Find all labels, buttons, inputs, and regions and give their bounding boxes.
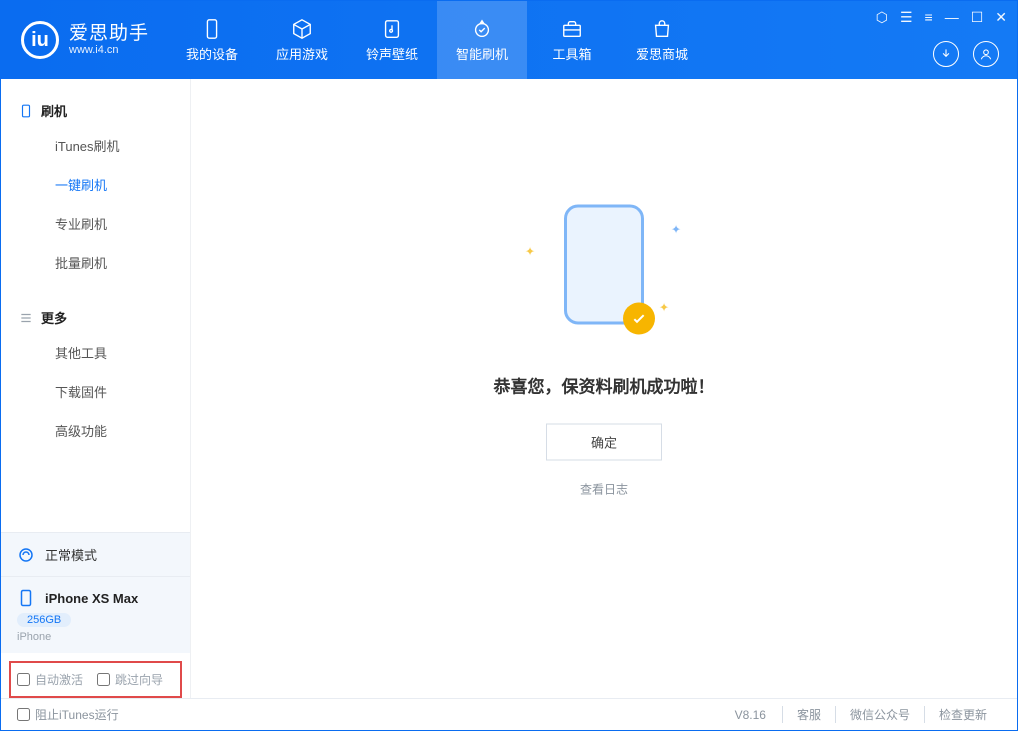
main-content: ✦ ✦ ✦ 恭喜您，保资料刷机成功啦！ 确定 查看日志 <box>191 79 1017 698</box>
version-label: V8.16 <box>735 708 766 722</box>
list-icon[interactable]: ≡ <box>925 9 933 26</box>
user-button[interactable] <box>973 41 999 67</box>
device-type: iPhone <box>17 631 174 643</box>
list-icon <box>19 311 33 325</box>
nav-label: 应用游戏 <box>276 44 328 63</box>
group-title: 刷机 <box>41 101 67 120</box>
nav-label: 铃声壁纸 <box>366 44 418 63</box>
app-header: iu 爱思助手 www.i4.cn 我的设备 应用游戏 铃声壁纸 智能刷机 工具… <box>1 1 1017 79</box>
device-name: iPhone XS Max <box>45 591 138 606</box>
shirt-icon[interactable]: ⬡ <box>876 9 888 26</box>
nav-label: 爱思商城 <box>636 44 688 63</box>
success-message: 恭喜您，保资料刷机成功啦！ <box>424 373 784 398</box>
header-actions <box>933 41 999 67</box>
footer-link-support[interactable]: 客服 <box>782 706 835 723</box>
block-itunes-checkbox[interactable]: 阻止iTunes运行 <box>17 706 119 723</box>
phone-icon <box>19 104 33 118</box>
phone-icon <box>17 589 35 607</box>
menu-icon[interactable]: ☰ <box>900 9 913 26</box>
sidebar-item-download-firmware[interactable]: 下载固件 <box>1 372 190 411</box>
refresh-icon <box>471 18 493 40</box>
nav-apps-games[interactable]: 应用游戏 <box>257 1 347 79</box>
device-mode: 正常模式 <box>45 545 97 564</box>
window-controls: ⬡ ☰ ≡ — ☐ ✕ <box>876 9 1007 26</box>
brand-url: www.i4.cn <box>69 44 149 56</box>
footer-link-wechat[interactable]: 微信公众号 <box>835 706 924 723</box>
maximize-button[interactable]: ☐ <box>971 9 984 26</box>
sidebar-group-more: 更多 <box>1 302 190 333</box>
nav-smart-flash[interactable]: 智能刷机 <box>437 1 527 79</box>
logo-area: iu 爱思助手 www.i4.cn <box>1 21 167 59</box>
view-log-link[interactable]: 查看日志 <box>424 481 784 498</box>
nav-store[interactable]: 爱思商城 <box>617 1 707 79</box>
brand-name: 爱思助手 <box>69 24 149 45</box>
device-mode-box[interactable]: 正常模式 <box>1 532 190 576</box>
store-icon <box>651 18 673 40</box>
sidebar-item-other-tools[interactable]: 其他工具 <box>1 333 190 372</box>
cube-icon <box>291 18 313 40</box>
nav-my-device[interactable]: 我的设备 <box>167 1 257 79</box>
download-button[interactable] <box>933 41 959 67</box>
group-title: 更多 <box>41 308 67 327</box>
device-info-box[interactable]: iPhone XS Max 256GB iPhone <box>1 576 190 653</box>
sidebar-item-advanced[interactable]: 高级功能 <box>1 411 190 450</box>
sidebar-item-pro-flash[interactable]: 专业刷机 <box>1 204 190 243</box>
nav-label: 工具箱 <box>553 44 592 63</box>
auto-activate-checkbox[interactable]: 自动激活 <box>17 671 83 688</box>
device-icon <box>201 18 223 40</box>
sidebar-item-batch-flash[interactable]: 批量刷机 <box>1 243 190 282</box>
footer: 阻止iTunes运行 V8.16 客服 微信公众号 检查更新 <box>1 698 1017 730</box>
music-icon <box>381 18 403 40</box>
nav-toolbox[interactable]: 工具箱 <box>527 1 617 79</box>
logo-icon: iu <box>21 21 59 59</box>
footer-link-update[interactable]: 检查更新 <box>924 706 1001 723</box>
nav-label: 智能刷机 <box>456 44 508 63</box>
sidebar-item-oneclick-flash[interactable]: 一键刷机 <box>1 165 190 204</box>
flash-options-highlight: 自动激活 跳过向导 <box>9 661 182 698</box>
sync-icon <box>17 546 35 564</box>
skip-guide-checkbox[interactable]: 跳过向导 <box>97 671 163 688</box>
device-storage-badge: 256GB <box>17 613 71 627</box>
success-illustration: ✦ ✦ ✦ <box>519 205 689 345</box>
close-button[interactable]: ✕ <box>995 9 1007 26</box>
sidebar-item-itunes-flash[interactable]: iTunes刷机 <box>1 126 190 165</box>
nav-ringtone-wallpaper[interactable]: 铃声壁纸 <box>347 1 437 79</box>
check-badge-icon <box>623 303 655 335</box>
ok-button[interactable]: 确定 <box>546 424 662 461</box>
toolbox-icon <box>561 18 583 40</box>
sidebar-group-flash: 刷机 <box>1 95 190 126</box>
sidebar: 刷机 iTunes刷机 一键刷机 专业刷机 批量刷机 更多 其他工具 下载固件 … <box>1 79 191 698</box>
nav-label: 我的设备 <box>186 44 238 63</box>
minimize-button[interactable]: — <box>945 9 959 26</box>
main-nav: 我的设备 应用游戏 铃声壁纸 智能刷机 工具箱 爱思商城 <box>167 1 707 79</box>
